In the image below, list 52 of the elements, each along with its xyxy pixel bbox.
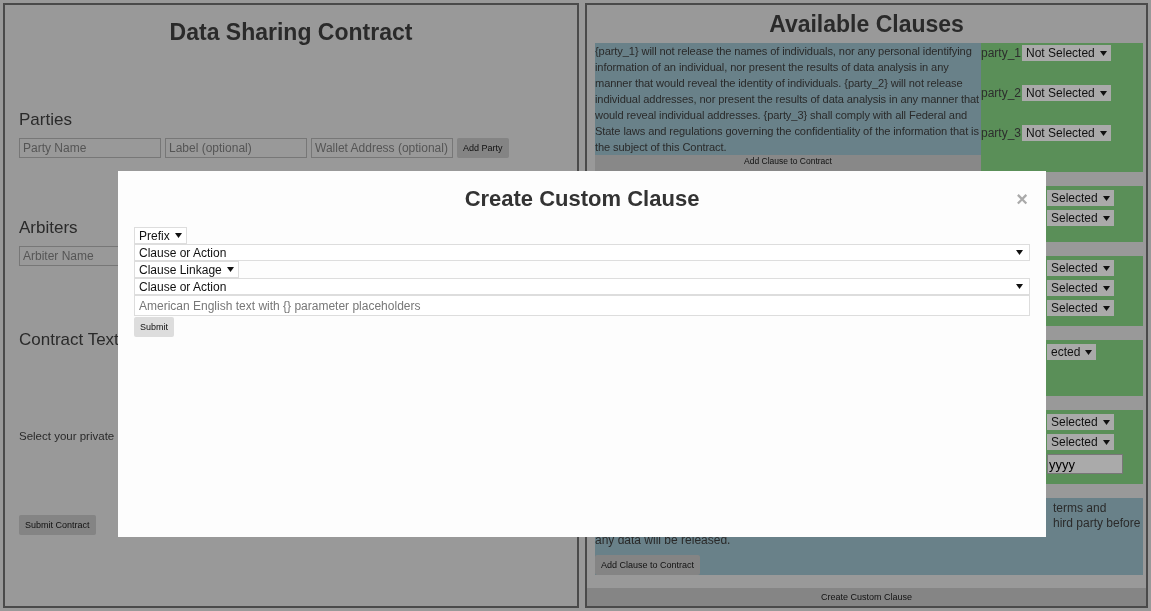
caret-icon [1102,285,1110,291]
party-select[interactable]: Selected [1047,190,1114,206]
dropdown[interactable]: Clause Linkage [134,261,239,278]
section-heading: Parties [19,110,72,130]
caret-icon [1099,50,1107,56]
clause-text: terms and [1053,501,1108,516]
dropdown[interactable]: Clause or Action [134,244,1030,261]
party-select[interactable]: Selected [1047,434,1114,450]
party-select[interactable]: Not Selected [1022,85,1111,101]
parameter-label: party_1 [981,46,1022,60]
section-heading: Arbiters [19,218,78,238]
clause-text: hird party before [1053,516,1142,531]
caret-icon [226,267,234,272]
input-field[interactable]: Label (optional) [165,138,307,158]
date-field[interactable]: yyyy [1047,454,1123,474]
clause-text: {party_1} will not release the names of individuals, nor any personal identifying information of an individual, nor present the results of data analysis in any manner that would reveal the identity of individuals. {party_2} will not release individual addresses, nor present the results of data analysis in any manner that would reveal individual addresses. {party_3} shall comply with all Federal and State laws and regulations governing the confidentiality of the information that is the subject of this Contract. [595,44,981,155]
parameter-label: party_2 [981,86,1022,100]
party-select[interactable]: Selected [1047,414,1114,430]
caret-icon [174,233,182,238]
party-select[interactable]: Selected [1047,300,1114,316]
party-select[interactable]: Not Selected [1022,125,1111,141]
clause-text-field[interactable]: American English text with {} parameter placeholders [134,295,1030,316]
party-select[interactable]: ected [1047,344,1097,360]
party-select[interactable]: Selected [1047,210,1114,226]
add-clause-button[interactable]: Add Clause to Contract [595,555,701,575]
key-prompt: Select your private [19,430,115,442]
create-custom-clause-button[interactable]: Create Custom Clause [587,588,1146,606]
caret-icon [1102,305,1110,311]
dropdown[interactable]: Clause or Action [134,278,1030,295]
add-party-button[interactable]: Add Party [457,138,509,158]
parameter-label: party_3 [981,126,1022,140]
party-select[interactable]: Not Selected [1022,45,1111,61]
modal-title: Create Custom Clause [464,186,700,212]
caret-icon [1099,130,1107,136]
submit-contract-button[interactable]: Submit Contract [19,515,96,535]
caret-icon [1102,419,1110,425]
panel-title: Available Clauses [768,11,965,38]
submit-button[interactable]: Submit [134,317,174,337]
caret-icon [1102,215,1110,221]
party-select[interactable]: Selected [1047,280,1114,296]
caret-icon [1102,265,1110,271]
input-field[interactable]: Party Name [19,138,161,158]
caret-icon [1102,439,1110,445]
caret-icon [1016,284,1023,289]
caret-icon [1102,195,1110,201]
caret-icon [1085,349,1093,355]
section-heading: Contract Text [19,330,119,350]
party-select[interactable]: Selected [1047,260,1114,276]
dropdown[interactable]: Prefix [134,227,187,244]
input-field[interactable]: Wallet Address (optional) [311,138,453,158]
panel-title: Data Sharing Contract [168,19,414,46]
caret-icon [1099,90,1107,96]
